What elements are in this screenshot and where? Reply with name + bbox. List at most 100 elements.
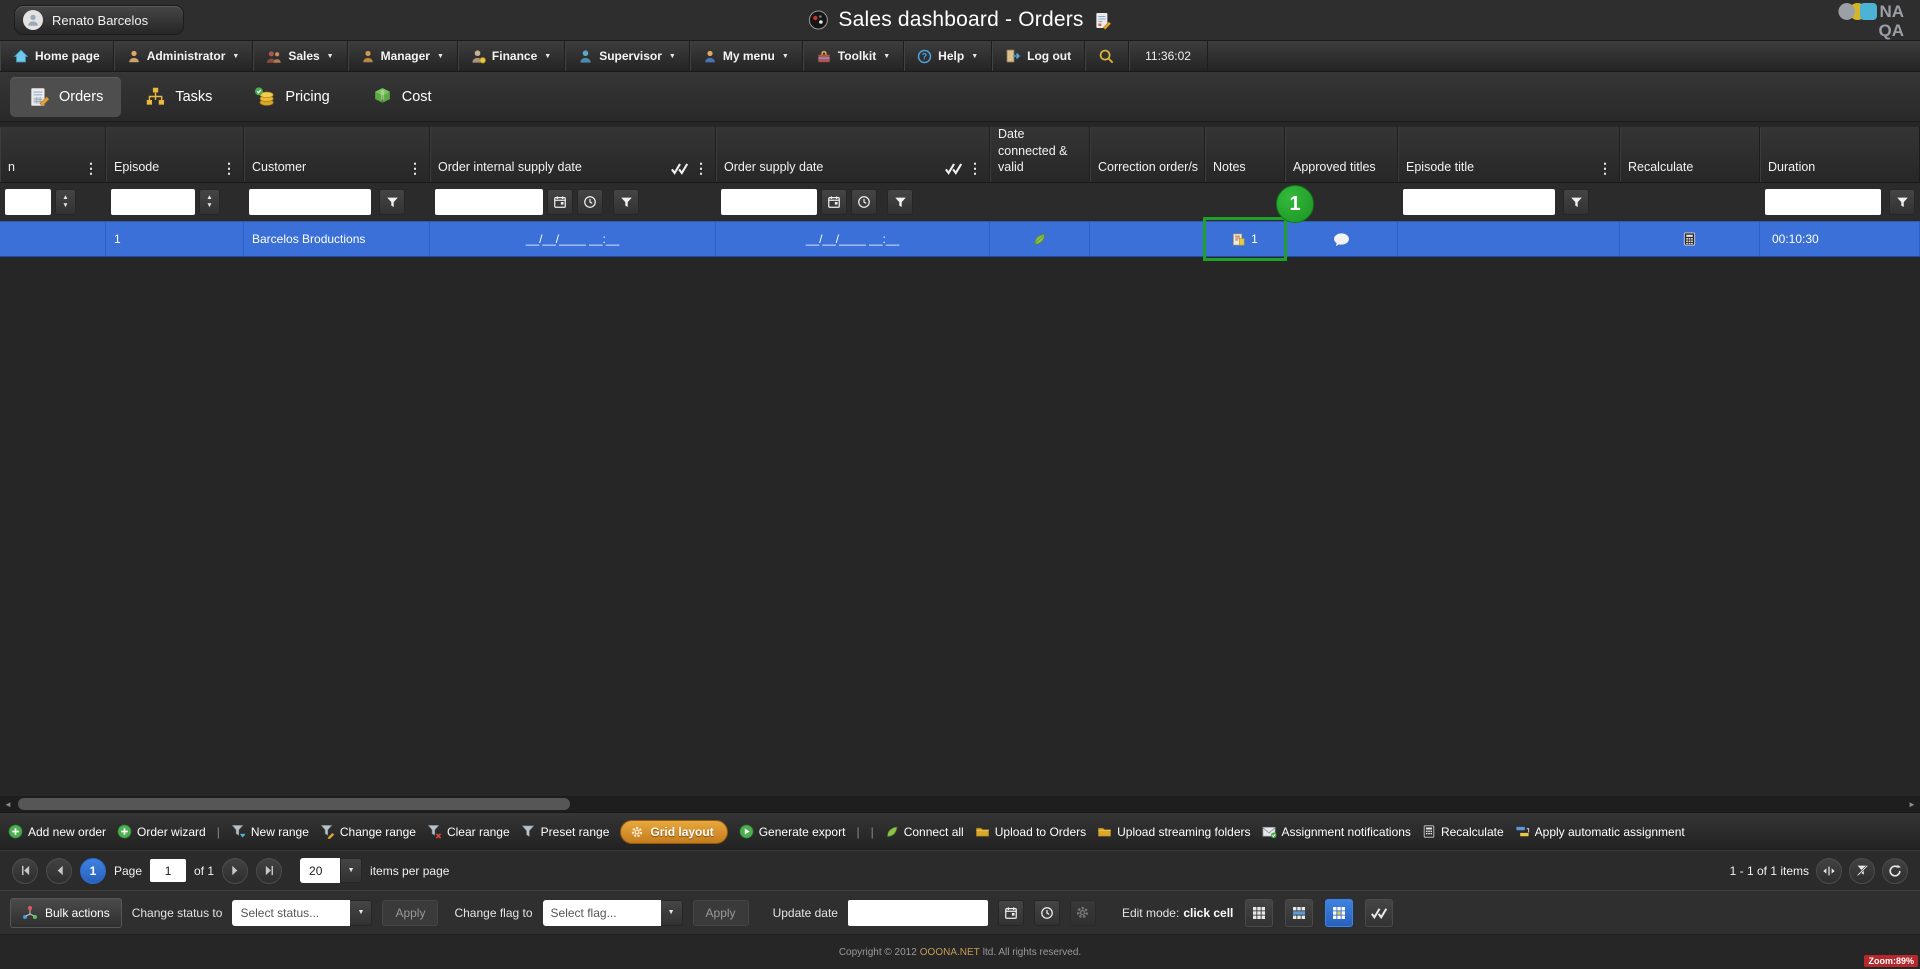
column-menu-icon[interactable]: ⋮ (220, 161, 238, 175)
cell-episode[interactable]: 1 (106, 222, 244, 256)
scrollbar-thumb[interactable] (18, 798, 570, 810)
chevron-down-icon[interactable]: ▼ (350, 900, 372, 926)
double-check-icon[interactable] (671, 162, 689, 175)
apply-status-button[interactable]: Apply (382, 900, 438, 926)
page-number-input[interactable] (150, 859, 186, 882)
column-menu-icon[interactable]: ⋮ (966, 161, 984, 175)
table-row[interactable]: 1 Barcelos Broductions __/__/____ __:__ … (0, 221, 1920, 257)
filter-duration-input[interactable] (1765, 189, 1881, 215)
preset-range-button[interactable]: Preset range (521, 824, 610, 839)
apply-automatic-assignment-button[interactable]: Apply automatic assignment (1515, 824, 1685, 839)
comment-bubble-icon[interactable] (1333, 232, 1350, 247)
last-page-button[interactable] (256, 858, 282, 884)
menu-manager[interactable]: Manager ▼ (348, 41, 458, 71)
fit-columns-button[interactable] (1816, 858, 1842, 884)
menu-my-menu[interactable]: My menu ▼ (690, 41, 803, 71)
column-header-approved-titles[interactable]: Approved titles (1285, 127, 1398, 182)
menu-administrator[interactable]: Administrator ▼ (114, 41, 254, 71)
flag-select[interactable]: Select flag... ▼ (543, 900, 683, 926)
column-menu-icon[interactable]: ⋮ (406, 161, 424, 175)
number-spinner[interactable]: ▲▼ (199, 189, 220, 215)
spin-down-icon[interactable]: ▼ (206, 203, 212, 210)
recalculate-button[interactable]: Recalculate (1422, 824, 1504, 839)
new-range-button[interactable]: New range (231, 824, 309, 839)
cell-notes[interactable]: 1 (1205, 222, 1285, 256)
calculator-icon[interactable] (1682, 231, 1697, 247)
update-date-input[interactable] (848, 900, 988, 926)
clear-range-button[interactable]: Clear range (427, 824, 510, 839)
clock-icon[interactable] (851, 189, 877, 215)
chevron-down-icon[interactable]: ▼ (340, 858, 362, 883)
next-page-button[interactable] (222, 858, 248, 884)
menu-search[interactable] (1085, 41, 1129, 71)
tab-cost[interactable]: Cost (354, 77, 450, 117)
column-header-n[interactable]: n ⋮ (0, 127, 106, 182)
filter-icon[interactable] (1563, 189, 1589, 215)
change-range-button[interactable]: Change range (320, 824, 416, 839)
clock-icon[interactable] (577, 189, 603, 215)
column-menu-icon[interactable]: ⋮ (82, 161, 100, 175)
order-wizard-button[interactable]: Order wizard (117, 824, 206, 839)
assignment-notifications-button[interactable]: Assignment notifications (1262, 825, 1411, 839)
cell-recalculate[interactable] (1620, 222, 1760, 256)
refresh-button[interactable] (1882, 858, 1908, 884)
tab-orders[interactable]: Orders (10, 77, 121, 117)
number-spinner[interactable]: ▲▼ (55, 189, 76, 215)
tab-pricing[interactable]: Pricing (236, 77, 347, 117)
prev-page-button[interactable] (46, 858, 72, 884)
cell-correction-orders[interactable] (1090, 222, 1205, 256)
spin-down-icon[interactable]: ▼ (62, 203, 68, 210)
calendar-icon[interactable] (547, 189, 573, 215)
filter-n-input[interactable] (5, 189, 51, 215)
calendar-icon[interactable] (998, 900, 1024, 926)
double-check-icon[interactable] (945, 162, 963, 175)
upload-streaming-folders-button[interactable]: Upload streaming folders (1097, 824, 1250, 839)
filter-icon[interactable] (887, 189, 913, 215)
menu-sales[interactable]: Sales ▼ (253, 41, 347, 71)
add-new-order-button[interactable]: Add new order (8, 824, 106, 839)
filter-customer-input[interactable] (249, 189, 371, 215)
menu-finance[interactable]: Finance ▼ (458, 41, 565, 71)
spin-up-icon[interactable]: ▲ (206, 195, 212, 202)
chevron-down-icon[interactable]: ▼ (661, 900, 683, 926)
spin-up-icon[interactable]: ▲ (62, 195, 68, 202)
apply-all-check-button[interactable] (1365, 899, 1393, 927)
horizontal-scrollbar[interactable]: ◄ ► (0, 796, 1920, 812)
scroll-right-icon[interactable]: ► (1904, 796, 1920, 812)
bulk-actions-button[interactable]: Bulk actions (10, 898, 122, 928)
current-page-badge[interactable]: 1 (80, 858, 106, 884)
filter-order-internal-supply-date-input[interactable] (435, 189, 543, 215)
filter-episode-input[interactable] (111, 189, 195, 215)
report-document-icon[interactable] (1094, 11, 1112, 30)
menu-toolkit[interactable]: Toolkit ▼ (803, 41, 904, 71)
clock-icon[interactable] (1034, 900, 1060, 926)
column-header-duration[interactable]: Duration (1760, 127, 1920, 182)
generate-export-button[interactable]: Generate export (739, 824, 846, 839)
menu-home-page[interactable]: Home page (0, 41, 114, 71)
column-header-order-supply-date[interactable]: Order supply date ⋮ (716, 127, 990, 182)
filter-order-supply-date-input[interactable] (721, 189, 817, 215)
cell-episode-title[interactable] (1398, 222, 1620, 256)
brand-link[interactable]: OOONA.NET (920, 947, 980, 958)
apply-flag-button[interactable]: Apply (693, 900, 749, 926)
menu-supervisor[interactable]: Supervisor ▼ (565, 41, 690, 71)
column-menu-icon[interactable]: ⋮ (692, 161, 710, 175)
current-user-chip[interactable]: Renato Barcelos (14, 5, 184, 35)
status-select[interactable]: Select status... ▼ (232, 900, 372, 926)
cell-order-supply-date[interactable]: __/__/____ __:__ (716, 222, 990, 256)
calendar-icon[interactable] (821, 189, 847, 215)
edit-mode-cell-button[interactable] (1325, 899, 1353, 927)
grid-layout-button[interactable]: Grid layout (620, 820, 727, 844)
filter-icon[interactable] (613, 189, 639, 215)
cell-customer[interactable]: Barcelos Broductions (244, 222, 430, 256)
menu-help[interactable]: ? Help ▼ (904, 41, 992, 71)
column-header-order-internal-supply-date[interactable]: Order internal supply date ⋮ (430, 127, 716, 182)
edit-mode-row-button[interactable] (1285, 899, 1313, 927)
cell-date-connected-valid[interactable] (990, 222, 1090, 256)
column-header-episode-title[interactable]: Episode title ⋮ (1398, 127, 1620, 182)
filter-icon[interactable] (1889, 189, 1915, 215)
upload-to-orders-button[interactable]: Upload to Orders (975, 824, 1086, 839)
column-header-customer[interactable]: Customer ⋮ (244, 127, 430, 182)
connect-all-button[interactable]: Connect all (885, 825, 964, 839)
note-icon[interactable] (1231, 232, 1246, 247)
